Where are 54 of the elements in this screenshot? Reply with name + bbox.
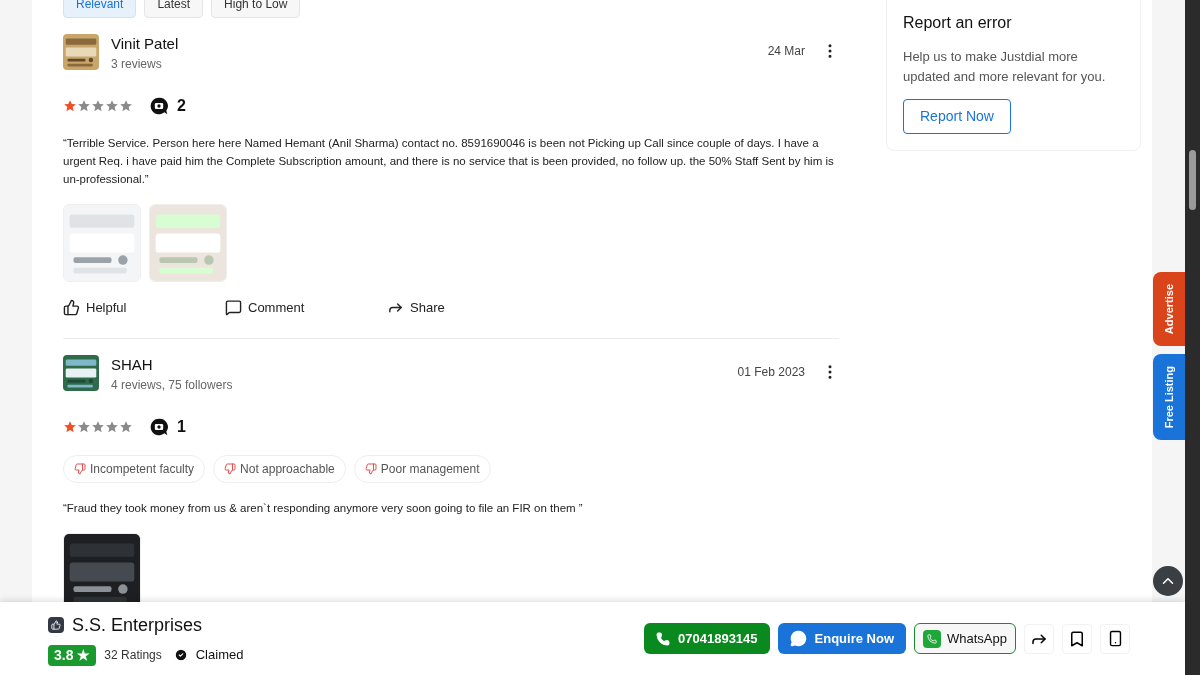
report-text: Help us to make Justdial more updated and more relevant for you.	[903, 48, 1107, 86]
star-icon	[77, 419, 91, 434]
claimed-label: Claimed	[195, 646, 244, 665]
chat-icon	[789, 630, 807, 647]
star-icon	[91, 419, 105, 434]
reviewer-meta: 3 reviews	[111, 56, 163, 73]
sort-tab[interactable]: High to Low	[211, 0, 301, 18]
star-icon	[105, 99, 119, 113]
star-icon	[119, 99, 133, 113]
star-icon	[105, 419, 119, 434]
whatsapp-button[interactable]: WhatsApp	[914, 623, 1016, 654]
bookmark-button[interactable]	[1062, 623, 1092, 654]
phone-button[interactable]: 07041893145	[644, 623, 770, 654]
check-icon	[173, 648, 188, 662]
phone-icon	[656, 631, 671, 646]
business-name: S.S. Enterprises	[72, 613, 203, 637]
thumbs-down-icon	[364, 462, 377, 475]
thumbs-up-icon	[63, 299, 80, 317]
thumbs-up-badge-icon	[48, 617, 64, 633]
review-date: 24 Mar	[767, 43, 805, 60]
review-text: “Fraud they took money from us & aren`t responding anymore very soon going to file an FIR on them ”	[63, 500, 584, 516]
bookmark-icon	[1068, 629, 1086, 648]
star-icon	[63, 419, 77, 434]
side-tab[interactable]: Free Listing	[1153, 354, 1185, 441]
comment-button[interactable]: Comment	[225, 298, 387, 318]
reviewer-name[interactable]: Vinit Patel	[111, 34, 179, 54]
share-button[interactable]: Share	[387, 298, 549, 318]
enquire-now-button[interactable]: Enquire Now	[777, 623, 906, 654]
photo-count: 1	[177, 416, 186, 437]
scroll-to-top-button[interactable]	[1153, 566, 1183, 596]
sort-tab[interactable]: Relevant	[63, 0, 137, 18]
reviewer-name[interactable]: SHAH	[111, 354, 233, 375]
sort-tab[interactable]: Latest	[144, 0, 204, 18]
star-icon	[91, 99, 105, 113]
thumbs-down-icon	[74, 462, 86, 475]
send-to-phone-button[interactable]	[1100, 623, 1130, 654]
report-title: Report an error	[903, 13, 1012, 33]
review-text: “Terrible Service. Person here here Named Hemant (Anil Sharma) contact no. 8591690046 is been not Picking up Call since couple of days. I have a urgent Req. i have paid him the Complete Subscription amount, and there is no service that is been provided, no follow up. the 50% Staff Sent by him is un-professional.”	[63, 136, 835, 187]
share-button[interactable]	[1024, 623, 1054, 654]
review-date: 01 Feb 2023	[737, 363, 805, 381]
comment-icon	[225, 299, 242, 317]
report-now-button[interactable]: Report Now	[903, 99, 1011, 134]
star-icon	[63, 99, 77, 113]
camera-bubble-icon	[149, 416, 169, 437]
photo-count: 2	[177, 96, 186, 116]
reviewer-meta: 4 reviews, 75 followers	[111, 376, 233, 394]
thumbs-down-icon	[224, 462, 237, 475]
helpful-button[interactable]: Helpful	[63, 298, 225, 318]
star-icon	[119, 419, 133, 434]
ratings-count: 32 Ratings	[104, 647, 162, 664]
side-tab[interactable]: Advertise	[1153, 272, 1185, 347]
camera-bubble-icon	[149, 96, 169, 116]
star-icon	[77, 99, 91, 113]
rating-badge: 3.8 ★	[48, 644, 97, 666]
